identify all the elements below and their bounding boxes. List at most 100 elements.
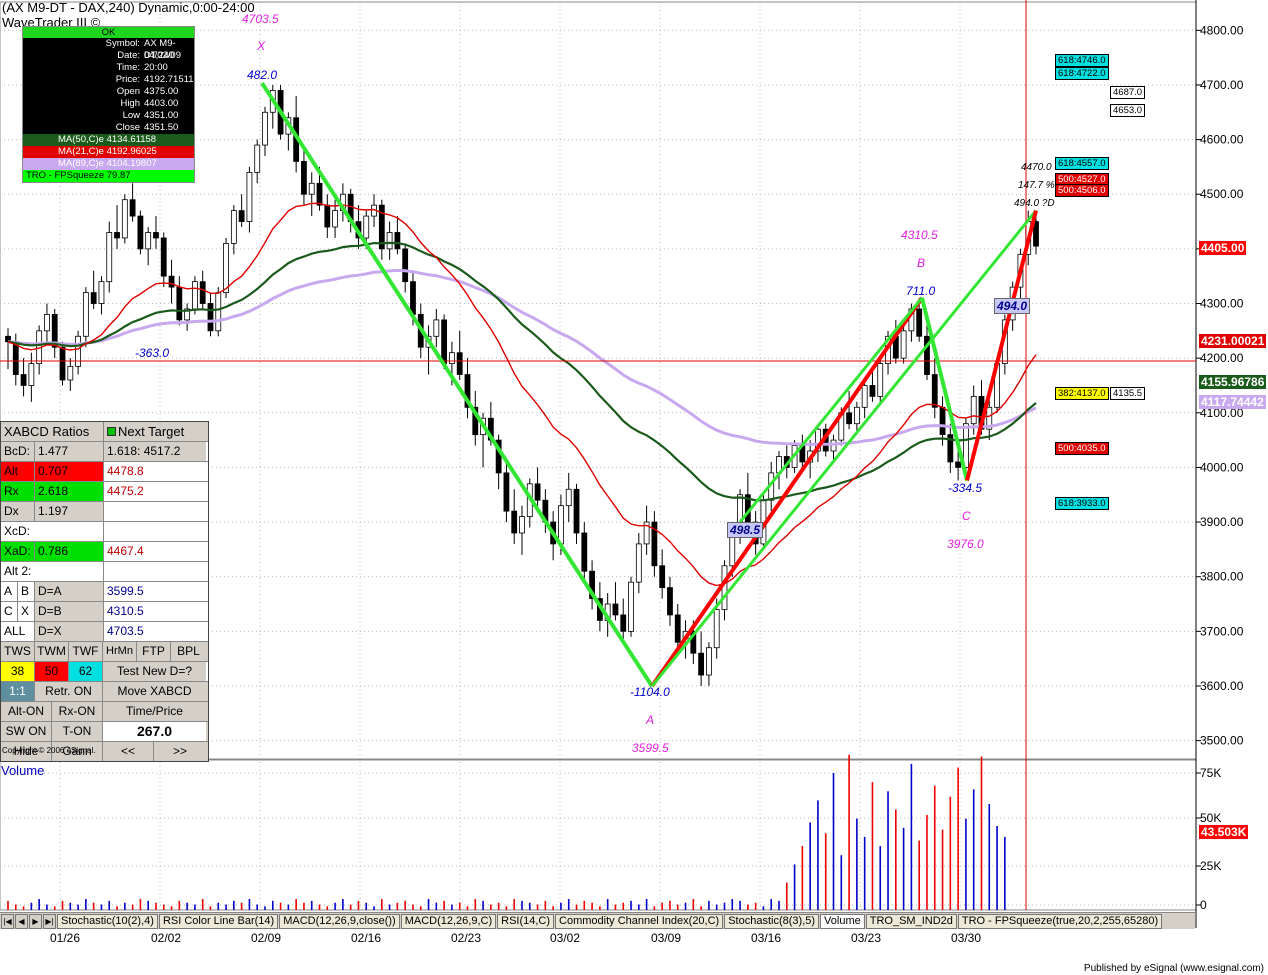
a-button[interactable]: A (1, 582, 18, 601)
data-row-open: Open 4375.00 (116, 86, 179, 97)
time-window-buttons: TWS TWM TWF HrMn FTP BPL (1, 642, 208, 662)
candle-body (853, 406, 860, 425)
a-swing-label: -1104.0 (630, 685, 670, 699)
candle-body (145, 232, 152, 250)
d-top-label: 4470.0 (1021, 162, 1052, 173)
tws-button[interactable]: TWS (1, 642, 35, 661)
test-new-d-button[interactable]: Test New D=? (103, 662, 206, 681)
candle-body (129, 199, 136, 217)
candle-body (168, 275, 175, 288)
mid-swing-box: 498.5 (727, 522, 764, 538)
ratio-row-rx: Rx 2.618 4475.2 (1, 482, 208, 502)
target-tag-4035: 500:4035.0 (1055, 442, 1109, 455)
data-row-low: Low 4351.00 (122, 110, 179, 121)
date-label: 03/23 (851, 931, 882, 945)
volume-pane-frame (0, 759, 1197, 911)
alt-on-button[interactable]: Alt-ON (1, 702, 52, 721)
tab-stochastic-10[interactable]: Stochastic(10(2),4) (57, 913, 158, 929)
rx-on-button[interactable]: Rx-ON (52, 702, 103, 721)
candle-body (223, 243, 229, 293)
tab-stochastic-8[interactable]: Stochastic(8(3),5) (724, 913, 820, 929)
tab-macd-close[interactable]: MACD(12,26,9,close()) (279, 913, 400, 929)
candle-body (12, 341, 19, 375)
d-swing-box: 494.0 (994, 298, 1031, 314)
candle-body (75, 335, 81, 367)
published-by: Published by eSignal (www.esignal.com) (1083, 963, 1264, 974)
ma50-price-tag: 4155.96786 (1199, 375, 1267, 389)
x-swing-label: 482.0 (247, 68, 278, 82)
x-point-label: X (257, 39, 266, 53)
pattern-ad-line (650, 209, 1038, 688)
b-button[interactable]: B (18, 582, 35, 601)
date-label: 01/26 (50, 931, 81, 945)
t-on-button[interactable]: T-ON (52, 722, 103, 741)
candle-body (667, 587, 673, 616)
c-swing-label: -334.5 (948, 481, 983, 495)
tab-rsi-color[interactable]: RSI Color Line Bar(14) (158, 913, 279, 929)
candle-body (698, 652, 705, 676)
retr-on-button[interactable]: Retr. ON (35, 682, 103, 701)
volume-axis-label: 50K (1200, 811, 1221, 825)
candle-body (861, 385, 868, 408)
b-swing-label: 711.0 (906, 284, 936, 298)
next-button[interactable]: >> (154, 742, 206, 761)
price-axis-label: 4600.00 (1200, 133, 1244, 147)
twf-value[interactable]: 62 (69, 662, 103, 681)
hrmn-button[interactable]: HrMn (103, 642, 137, 661)
tab-rsi[interactable]: RSI(14,C) (497, 913, 555, 929)
tab-macd-c[interactable]: MACD(12,26,9,C) (400, 913, 497, 929)
candle-body (324, 204, 331, 228)
candle-body (114, 232, 120, 239)
price-axis-label: 4500.00 (1200, 187, 1244, 201)
volume-axis-label: 75K (1200, 766, 1221, 780)
next-tab-button[interactable]: ▶ (29, 913, 42, 929)
candle-body (28, 363, 35, 386)
study-tab-bar: |◀ ◀ ▶ ▶| Stochastic(10(2),4) RSI Color … (0, 912, 1195, 929)
x-price-label: 4703.5 (242, 12, 279, 26)
first-tab-button[interactable]: |◀ (1, 913, 14, 929)
ma21-price-tag: 4231.00021 (1199, 334, 1267, 348)
twm-button[interactable]: TWM (35, 642, 69, 661)
tab-tro-sm[interactable]: TRO_SM_IND2d (865, 913, 957, 929)
prev-button[interactable]: << (103, 742, 154, 761)
data-row-price: Price: 4192.71511 (115, 74, 194, 85)
tab-cci[interactable]: Commodity Channel Index(20,C) (555, 913, 724, 929)
last-price-tag: 4405.00 (1199, 241, 1247, 255)
c-point-label: C (962, 509, 971, 523)
pattern-ab-line (650, 296, 924, 688)
next-target-checkbox[interactable] (107, 427, 116, 436)
ratio-row-db: C X D=B 4310.5 (1, 602, 208, 622)
volume-pane-label: Volume (1, 763, 45, 778)
prev-tab-button[interactable]: ◀ (15, 913, 28, 929)
last-tab-button[interactable]: ▶| (43, 913, 56, 929)
twm-value[interactable]: 50 (35, 662, 69, 681)
candle-body (254, 144, 261, 173)
all-button[interactable]: ALL (1, 622, 35, 641)
ratio-row-alt: Alt 0.707 4478.8 (1, 462, 208, 482)
tab-fpsqueeze[interactable]: TRO - FPSqueeze(true,20,2,255,65280) (957, 913, 1163, 929)
tab-volume[interactable]: Volume (820, 913, 865, 929)
ratio-11-button[interactable]: 1:1 (1, 682, 35, 701)
sw-on-button[interactable]: SW ON (1, 722, 52, 741)
ratio-row-dx: Dx 1.197 (1, 502, 208, 522)
candle-body (301, 161, 307, 195)
cursor-data-window[interactable]: OK Symbol: AX M9-DT,240 Date: 04/02/09 Tim… (22, 26, 195, 183)
candle-body (573, 488, 580, 534)
time-price-button[interactable]: Time/Price (103, 702, 206, 721)
ftp-button[interactable]: FTP (137, 642, 171, 661)
x-button[interactable]: X (18, 602, 35, 621)
bpl-button[interactable]: BPL (171, 642, 206, 661)
left-swing-label: -363.0 (135, 346, 170, 360)
twf-button[interactable]: TWF (69, 642, 103, 661)
c-button[interactable]: C (1, 602, 18, 621)
candle-body (199, 281, 206, 304)
ok-button[interactable]: OK (23, 27, 194, 38)
candle-body (433, 319, 440, 337)
candle-body (955, 461, 962, 468)
tws-value[interactable]: 38 (1, 662, 35, 681)
candle-body (262, 111, 268, 146)
candle-body (456, 352, 463, 375)
move-xabcd-button[interactable]: Move XABCD (103, 682, 206, 701)
candle-body (612, 603, 619, 616)
sw-row: SW ON T-ON 267.0 (1, 722, 208, 742)
